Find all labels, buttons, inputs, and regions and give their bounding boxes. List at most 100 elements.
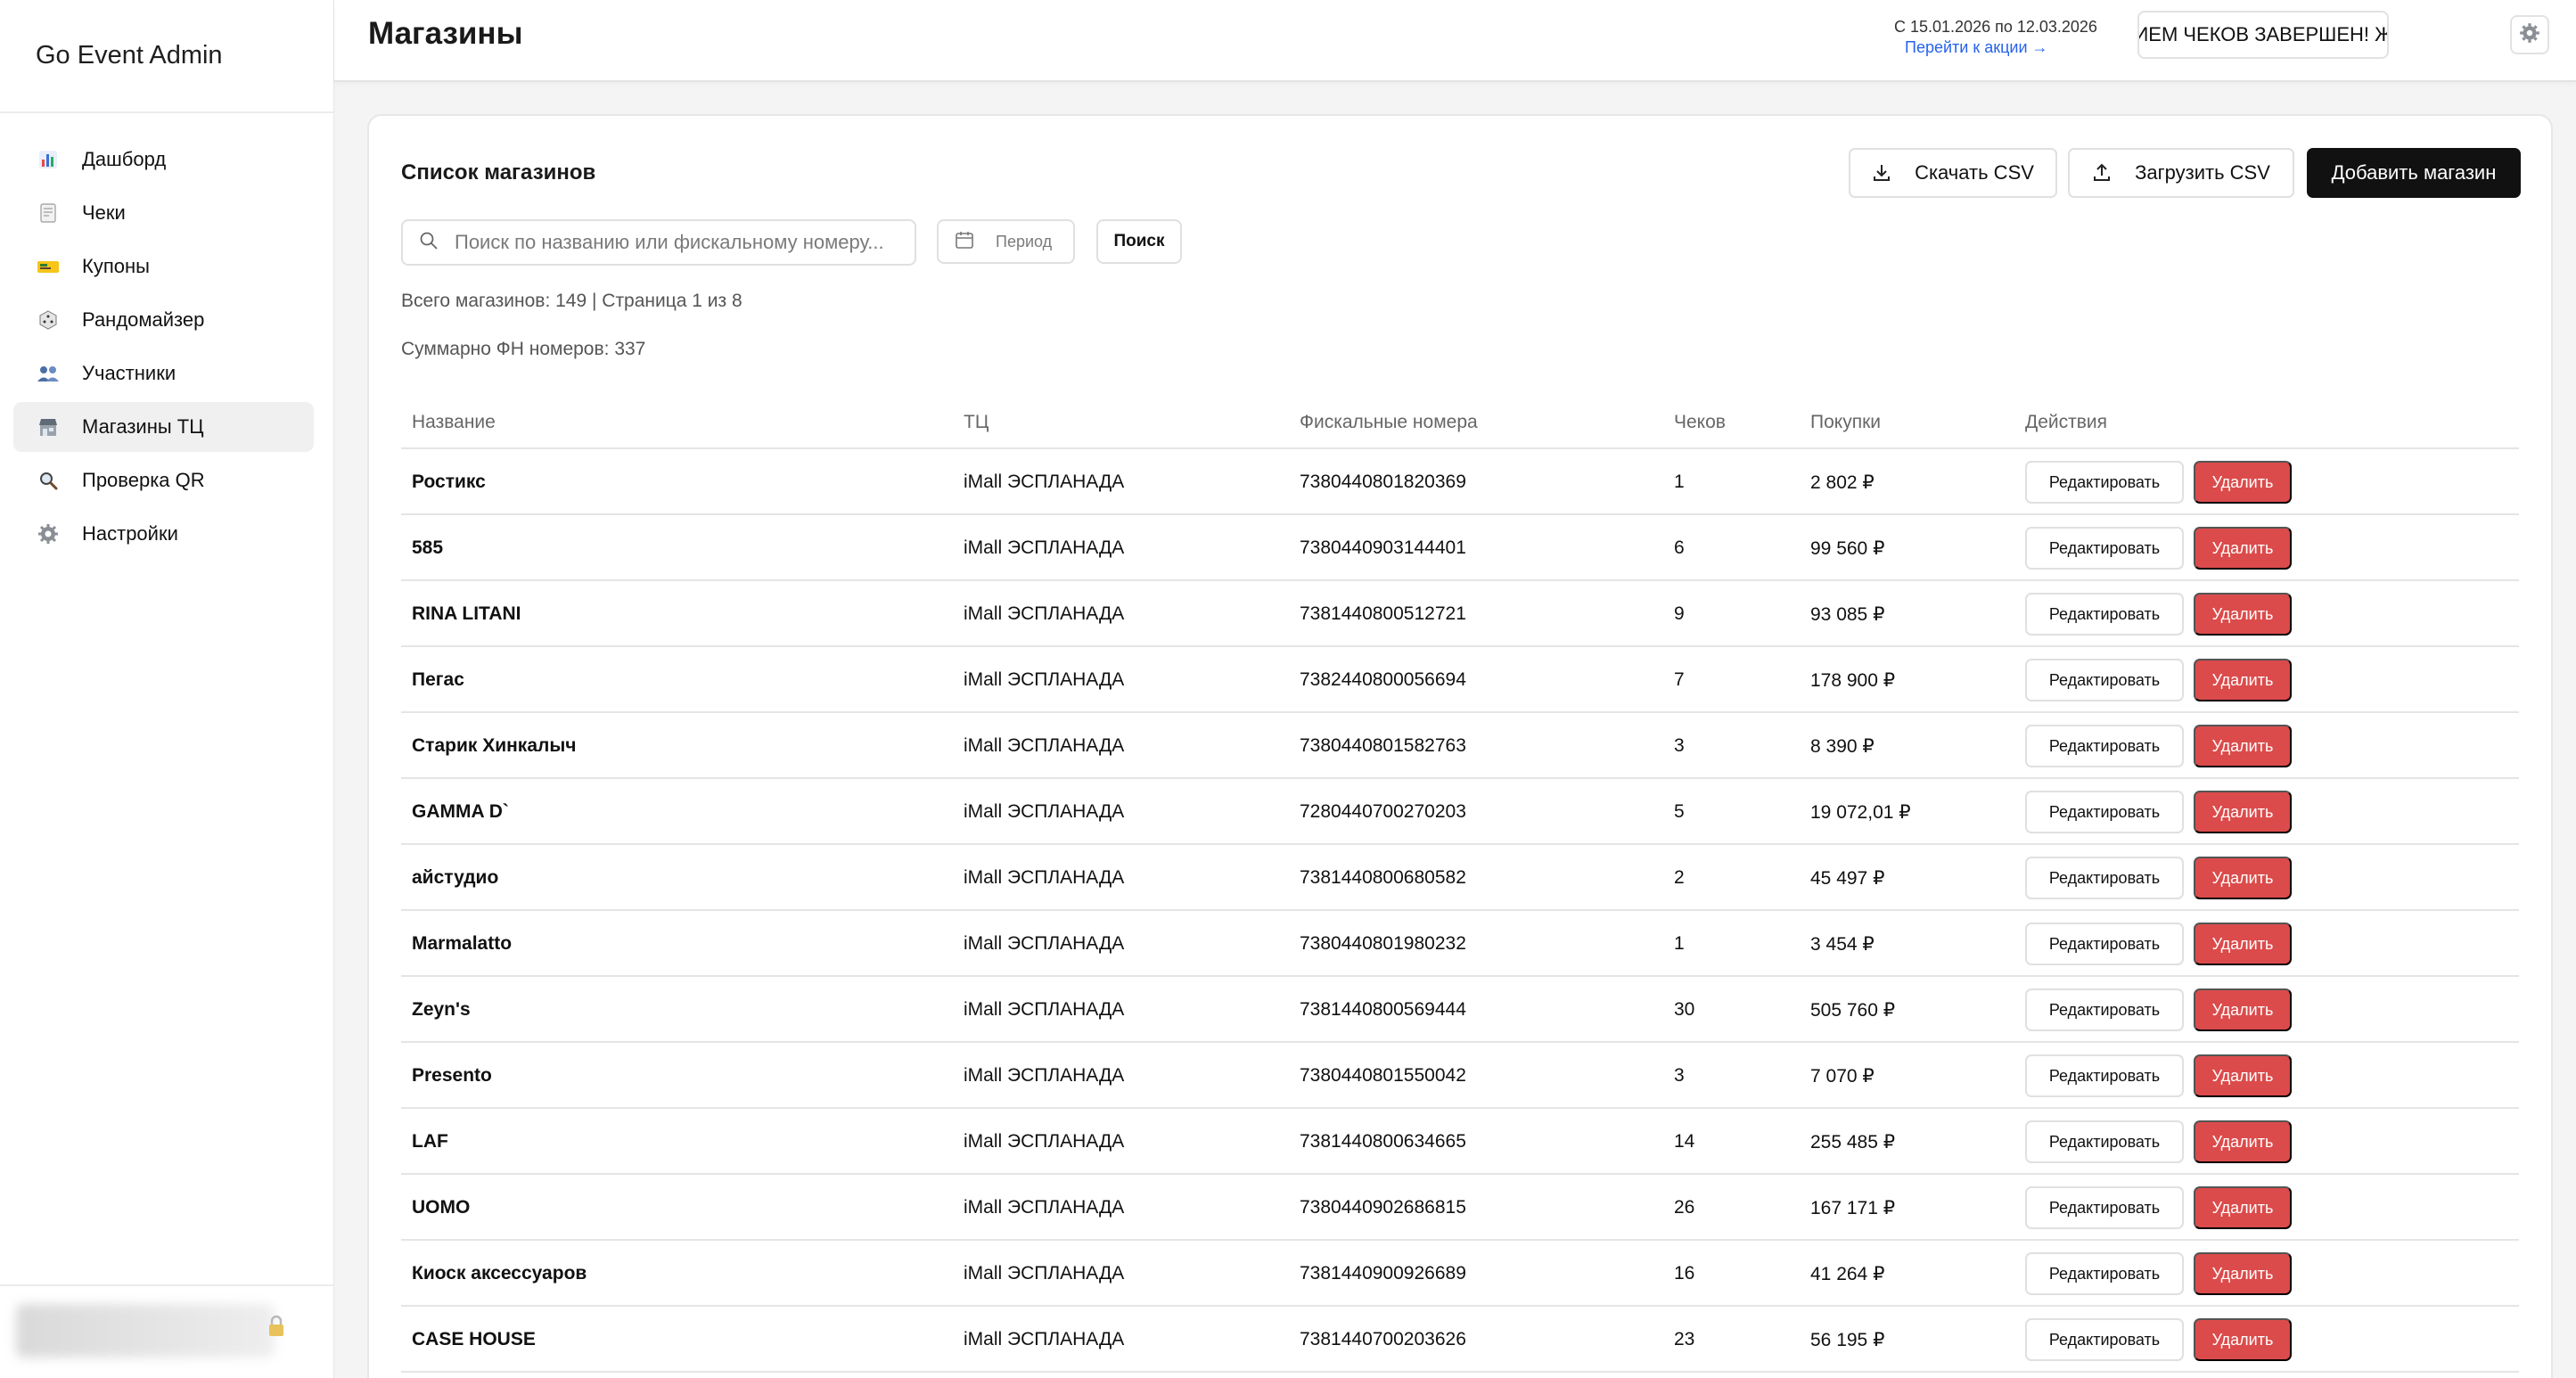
promo-link[interactable]: Перейти к акции → — [1905, 38, 2048, 57]
delete-button[interactable]: Удалить — [2194, 988, 2292, 1031]
receipts-status-button[interactable]: ПРИЕМ ЧЕКОВ ЗАВЕРШЕН! ЖДЕ — [2137, 11, 2389, 59]
delete-button[interactable]: Удалить — [2194, 1120, 2292, 1163]
mall-cell: iMall ЭСПЛАНАДА — [964, 1065, 1125, 1086]
edit-button[interactable]: Редактировать — [2025, 659, 2184, 701]
edit-button[interactable]: Редактировать — [2025, 593, 2184, 636]
table-header: Название ТЦ Фискальные номера Чеков Поку… — [401, 392, 2519, 449]
delete-button[interactable]: Удалить — [2194, 461, 2292, 504]
edit-button[interactable]: Редактировать — [2025, 923, 2184, 965]
mall-cell: iMall ЭСПЛАНАДА — [964, 1131, 1125, 1152]
receipts-count-cell: 1 — [1674, 933, 1685, 954]
lock-icon[interactable] — [267, 1315, 285, 1338]
fiscal-number-cell: 7380440903144401 — [1300, 537, 1466, 558]
fiscal-number-cell: 7280440700270203 — [1300, 801, 1466, 822]
sidebar-item-stores[interactable]: Магазины ТЦ — [13, 402, 314, 452]
fiscal-number-cell: 7381440800512721 — [1300, 603, 1466, 624]
sidebar-item-dashboard[interactable]: Дашборд — [13, 135, 314, 185]
delete-button[interactable]: Удалить — [2194, 527, 2292, 570]
store-name-cell: Presento — [412, 1065, 492, 1086]
edit-button[interactable]: Редактировать — [2025, 988, 2184, 1031]
upload-icon — [2092, 163, 2112, 183]
delete-button[interactable]: Удалить — [2194, 1252, 2292, 1295]
edit-button[interactable]: Редактировать — [2025, 1120, 2184, 1163]
fiscal-number-cell: 7380440902686815 — [1300, 1197, 1466, 1218]
edit-button[interactable]: Редактировать — [2025, 1252, 2184, 1295]
purchases-sum-cell: 19 072,01 ₽ — [1810, 802, 1911, 823]
table-row: Marmalatto iMall ЭСПЛАНАДА 738044080198023… — [401, 911, 2519, 977]
sidebar-item-settings[interactable]: Настройки — [13, 509, 314, 559]
mall-cell: iMall ЭСПЛАНАДА — [964, 537, 1125, 558]
row-actions: Редактировать Удалить — [2025, 988, 2292, 1031]
upload-csv-label: Загрузить CSV — [2135, 161, 2270, 184]
stores-table: Название ТЦ Фискальные номера Чеков Поку… — [401, 392, 2519, 1373]
calendar-icon — [955, 230, 974, 254]
sidebar-item-qr-check[interactable]: Проверка QR — [13, 455, 314, 505]
search-icon — [419, 231, 439, 255]
receipts-count-cell: 3 — [1674, 1065, 1685, 1086]
edit-button[interactable]: Редактировать — [2025, 725, 2184, 767]
delete-button[interactable]: Удалить — [2194, 659, 2292, 701]
store-name-cell: GAMMA D` — [412, 801, 509, 822]
store-name-cell: CASE HOUSE — [412, 1329, 536, 1349]
store-name-cell: Zeyn's — [412, 999, 471, 1020]
promo-dates: С 15.01.2026 по 12.03.2026 — [1894, 18, 2097, 36]
fiscal-number-cell: 7380440801582763 — [1300, 735, 1466, 756]
upload-csv-button[interactable]: Загрузить CSV — [2068, 148, 2294, 198]
store-name-cell: RINA LITANI — [412, 603, 521, 624]
delete-button[interactable]: Удалить — [2194, 791, 2292, 833]
store-name-cell: Киоск аксессуаров — [412, 1263, 587, 1284]
mall-cell: iMall ЭСПЛАНАДА — [964, 867, 1125, 888]
edit-button[interactable]: Редактировать — [2025, 1054, 2184, 1097]
edit-button[interactable]: Редактировать — [2025, 461, 2184, 504]
receipts-count-cell: 26 — [1674, 1197, 1695, 1218]
page-title: Магазины — [368, 16, 523, 51]
sidebar-item-participants[interactable]: Участники — [13, 349, 314, 398]
row-actions: Редактировать Удалить — [2025, 1186, 2292, 1229]
download-csv-button[interactable]: Скачать CSV — [1849, 148, 2057, 198]
bar-chart-icon — [36, 147, 61, 172]
sidebar-item-receipts[interactable]: Чеки — [13, 188, 314, 238]
receipts-count-cell: 23 — [1674, 1329, 1695, 1349]
edit-button[interactable]: Редактировать — [2025, 1318, 2184, 1361]
receipts-count-cell: 5 — [1674, 801, 1685, 822]
store-name-cell: Ростикс — [412, 472, 486, 492]
delete-button[interactable]: Удалить — [2194, 1054, 2292, 1097]
store-name-cell: Старик Хинкалыч — [412, 735, 577, 756]
delete-button[interactable]: Удалить — [2194, 593, 2292, 636]
receipt-icon — [36, 201, 61, 226]
delete-button[interactable]: Удалить — [2194, 725, 2292, 767]
table-row: айстудио iMall ЭСПЛАНАДА 7381440800680582 2… — [401, 845, 2519, 911]
search-button[interactable]: Поиск — [1096, 219, 1182, 264]
purchases-sum-cell: 178 900 ₽ — [1810, 670, 1896, 691]
edit-button[interactable]: Редактировать — [2025, 527, 2184, 570]
top-header: Магазины С 15.01.2026 по 12.03.2026 Пере… — [334, 0, 2576, 82]
fiscal-number-cell: 7381440700203626 — [1300, 1329, 1466, 1349]
row-actions: Редактировать Удалить — [2025, 593, 2292, 636]
delete-button[interactable]: Удалить — [2194, 1186, 2292, 1229]
store-name-cell: UOMO — [412, 1197, 471, 1218]
table-row: Presento iMall ЭСПЛАНАДА 7380440801550042 3… — [401, 1043, 2519, 1109]
column-header-actions: Действия — [2025, 412, 2108, 432]
purchases-sum-cell: 41 264 ₽ — [1810, 1264, 1885, 1284]
delete-button[interactable]: Удалить — [2194, 857, 2292, 899]
delete-button[interactable]: Удалить — [2194, 1318, 2292, 1361]
header-settings-button[interactable] — [2510, 15, 2549, 54]
edit-button[interactable]: Редактировать — [2025, 791, 2184, 833]
add-store-button[interactable]: Добавить магазин — [2307, 148, 2521, 198]
delete-button[interactable]: Удалить — [2194, 923, 2292, 965]
store-name-cell: 585 — [412, 537, 444, 558]
search-input[interactable] — [455, 231, 915, 254]
edit-button[interactable]: Редактировать — [2025, 1186, 2184, 1229]
mall-cell: iMall ЭСПЛАНАДА — [964, 999, 1125, 1020]
sidebar-item-randomizer[interactable]: Рандомайзер — [13, 295, 314, 345]
sidebar-item-coupons[interactable]: Купоны — [13, 242, 314, 291]
sidebar: Go Event Admin Дашборд Чеки Купоны Рандо… — [0, 0, 334, 1378]
receipts-count-cell: 16 — [1674, 1263, 1695, 1284]
edit-button[interactable]: Редактировать — [2025, 857, 2184, 899]
period-picker[interactable]: Период — [937, 219, 1075, 264]
purchases-sum-cell: 167 171 ₽ — [1810, 1198, 1896, 1218]
fiscal-number-cell: 7381440800634665 — [1300, 1131, 1466, 1152]
mall-cell: iMall ЭСПЛАНАДА — [964, 1197, 1125, 1218]
table-row: Киоск аксессуаров iMall ЭСПЛАНАДА 73814409… — [401, 1241, 2519, 1307]
store-name-cell: Marmalatto — [412, 933, 513, 954]
